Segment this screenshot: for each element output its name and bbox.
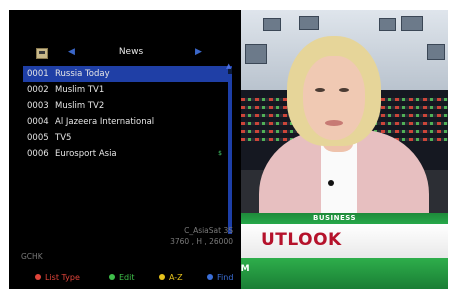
red-key-icon	[35, 273, 41, 280]
channel-name: Eurosport Asia	[55, 149, 117, 159]
channel-number: 0005	[27, 133, 49, 143]
satellite-info: C_AsiaSat 3S 3760 , H , 26000	[170, 225, 233, 247]
channel-row[interactable]: 0002 Muslim TV1	[23, 82, 232, 98]
blue-key-icon	[207, 273, 213, 280]
channel-name: Russia Today	[55, 69, 110, 79]
channel-number: 0003	[27, 101, 49, 111]
monitor-graphic	[427, 44, 445, 60]
edit-button[interactable]: Edit	[109, 273, 135, 282]
channel-row[interactable]: 0005 TV5	[23, 130, 232, 146]
green-key-icon	[109, 273, 115, 280]
lower-third-title: UTLOOK	[261, 230, 342, 250]
lower-third-strap: BUSINESS	[241, 213, 448, 224]
legend-label: Find	[217, 273, 234, 282]
scrollbar[interactable]: ▲	[226, 62, 232, 234]
monitor-graphic	[299, 16, 319, 30]
channel-name: Al Jazeera International	[55, 117, 155, 127]
find-button[interactable]: Find	[207, 273, 233, 282]
monitor-graphic	[263, 18, 281, 31]
channel-number: 0002	[27, 85, 49, 95]
presenter-eye	[315, 88, 325, 92]
monitor-graphic	[379, 18, 396, 31]
legend-label: List Type	[45, 273, 80, 282]
channel-number: 0004	[27, 117, 49, 127]
list-type-button[interactable]: List Type	[35, 273, 80, 282]
tv-screen: ◀ News ▶ 0001 Russia Today 0002 Muslim T…	[9, 10, 448, 289]
monitor-graphic	[401, 16, 423, 31]
lower-third-label: BUSINESS	[313, 214, 357, 222]
channel-group-header: ◀ News ▶	[9, 44, 241, 64]
lapel-microphone	[328, 180, 334, 186]
arrow-right-icon[interactable]: ▶	[195, 47, 202, 57]
channel-row[interactable]: 0006 Eurosport Asia $	[23, 146, 232, 162]
favorite-icon[interactable]	[36, 48, 48, 59]
channel-row[interactable]: 0003 Muslim TV2	[23, 98, 232, 114]
monitor-graphic	[245, 44, 267, 64]
status-code: GCHK	[21, 252, 43, 261]
scroll-up-icon[interactable]: ▲	[226, 62, 231, 70]
channel-list: 0001 Russia Today 0002 Muslim TV1 0003 M…	[23, 66, 232, 162]
channel-name: Muslim TV2	[55, 101, 105, 111]
scrambled-icon: $	[218, 150, 222, 157]
arrow-left-icon[interactable]: ◀	[68, 47, 75, 57]
channel-number: 0006	[27, 149, 49, 159]
presenter-face	[303, 56, 365, 140]
a-z-sort-button[interactable]: A-Z	[159, 273, 183, 282]
live-tv-preview: BUSINESS UTLOOK OM	[241, 10, 448, 289]
presenter-lips	[325, 120, 343, 126]
channel-number: 0001	[27, 69, 49, 79]
transponder-info: 3760 , H , 26000	[170, 237, 233, 246]
presenter-eye	[339, 88, 349, 92]
legend-label: Edit	[119, 273, 135, 282]
channel-group-title: News	[118, 47, 144, 57]
legend-label: A-Z	[169, 273, 183, 282]
channel-row[interactable]: 0004 Al Jazeera International	[23, 114, 232, 130]
lower-third-subbar: OM	[241, 258, 448, 289]
channel-list-panel: ◀ News ▶ 0001 Russia Today 0002 Muslim T…	[9, 10, 241, 289]
scrollbar-thumb[interactable]	[228, 74, 232, 234]
lower-third-subtext: OM	[241, 264, 250, 274]
satellite-name: C_AsiaSat 3S	[184, 226, 233, 235]
yellow-key-icon	[159, 273, 165, 280]
channel-name: TV5	[55, 133, 72, 143]
channel-name: Muslim TV1	[55, 85, 105, 95]
lower-third-title-bar: UTLOOK	[241, 224, 448, 258]
channel-row[interactable]: 0001 Russia Today	[23, 66, 232, 82]
